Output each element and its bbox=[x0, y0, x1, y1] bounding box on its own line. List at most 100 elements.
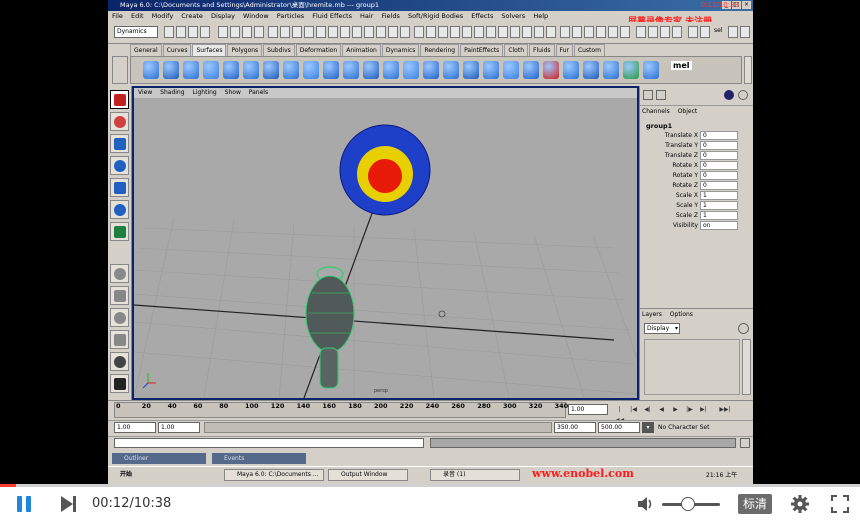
select-tool-icon[interactable] bbox=[110, 90, 129, 109]
vp-menu-panels[interactable]: Panels bbox=[249, 89, 268, 96]
shelf-tool-icon[interactable] bbox=[323, 61, 339, 79]
shelf-tool-icon[interactable] bbox=[623, 61, 639, 79]
outliner-window[interactable]: Outliner bbox=[112, 453, 206, 464]
status-line-tool-icon[interactable] bbox=[498, 26, 508, 38]
perspective-viewport[interactable]: View Shading Lighting Show Panels persp bbox=[132, 86, 639, 400]
shelf-tool-icon[interactable] bbox=[383, 61, 399, 79]
go-to-end-icon[interactable]: ▶▶| bbox=[714, 404, 736, 415]
shelf-tool-icon[interactable] bbox=[303, 61, 319, 79]
status-line-tool-icon[interactable] bbox=[254, 26, 264, 38]
toolbox-tool-icon[interactable] bbox=[110, 112, 129, 131]
status-line-tool-icon[interactable] bbox=[450, 26, 460, 38]
status-line-tool-icon[interactable] bbox=[352, 26, 362, 38]
channel-row[interactable]: Translate Z0 bbox=[640, 151, 753, 161]
volume-knob[interactable] bbox=[681, 497, 696, 511]
current-frame-field[interactable]: 1.00 bbox=[568, 404, 608, 415]
step-forward-key-icon[interactable]: ▶| bbox=[698, 404, 709, 415]
step-back-icon[interactable]: ◀| bbox=[642, 404, 653, 415]
toolbox-tool-icon[interactable] bbox=[110, 374, 129, 393]
status-line-tool-icon[interactable] bbox=[648, 26, 658, 38]
channel-icon[interactable] bbox=[738, 90, 748, 100]
task-recorder[interactable]: 录音 (1) bbox=[430, 469, 520, 481]
shelf-tool-icon[interactable] bbox=[163, 61, 179, 79]
shelf-tool-icon[interactable] bbox=[403, 61, 419, 79]
shelf-tab-fluids[interactable]: Fluids bbox=[529, 44, 555, 56]
status-line-tool-icon[interactable] bbox=[660, 26, 670, 38]
volume-button[interactable] bbox=[636, 494, 656, 514]
channel-row[interactable]: Scale X1 bbox=[640, 191, 753, 201]
animation-end-field[interactable]: 500.00 bbox=[598, 422, 640, 433]
channel-value[interactable]: 0 bbox=[700, 151, 738, 160]
shelf-tool-icon[interactable] bbox=[423, 61, 439, 79]
status-line-tool-icon[interactable] bbox=[636, 26, 646, 38]
channel-value[interactable]: 0 bbox=[700, 141, 738, 150]
status-line-tool-icon[interactable] bbox=[584, 26, 594, 38]
menu-fluid-effects[interactable]: Fluid Effects bbox=[312, 12, 352, 20]
vp-menu-show[interactable]: Show bbox=[225, 89, 241, 96]
status-line-tool-icon[interactable] bbox=[400, 26, 410, 38]
pause-button[interactable] bbox=[15, 494, 35, 514]
status-line-tool-icon[interactable] bbox=[740, 26, 750, 38]
shelf-tool-icon[interactable] bbox=[543, 61, 559, 79]
playback-start-field[interactable]: 1.00 bbox=[158, 422, 200, 433]
shelf-tab-polygons[interactable]: Polygons bbox=[227, 44, 263, 56]
progress-track[interactable] bbox=[0, 484, 860, 487]
channel-row[interactable]: Scale Z1 bbox=[640, 211, 753, 221]
script-editor-icon[interactable] bbox=[740, 438, 750, 448]
vp-menu-shading[interactable]: Shading bbox=[160, 89, 184, 96]
menu-edit[interactable]: Edit bbox=[131, 12, 144, 20]
attribute-editor-icon[interactable] bbox=[656, 90, 666, 100]
shelf-tool-icon[interactable] bbox=[203, 61, 219, 79]
toolbox-tool-icon[interactable] bbox=[110, 352, 129, 371]
shelf-tool-icon[interactable] bbox=[363, 61, 379, 79]
time-ruler[interactable] bbox=[114, 402, 566, 418]
vp-menu-lighting[interactable]: Lighting bbox=[192, 89, 216, 96]
channel-value[interactable]: 1 bbox=[700, 211, 738, 220]
shelf-tool-icon[interactable] bbox=[283, 61, 299, 79]
task-output-window[interactable]: Output Window bbox=[328, 469, 408, 481]
status-line-tool-icon[interactable] bbox=[620, 26, 630, 38]
toolbox-tool-icon[interactable] bbox=[110, 178, 129, 197]
status-line-tool-icon[interactable] bbox=[486, 26, 496, 38]
animation-start-field[interactable]: 1.00 bbox=[114, 422, 156, 433]
command-input[interactable] bbox=[114, 438, 424, 448]
shelf-tab-painteffects[interactable]: PaintEffects bbox=[460, 44, 504, 56]
menu-solvers[interactable]: Solvers bbox=[501, 12, 525, 20]
task-maya[interactable]: Maya 6.0: C:\Documents ... bbox=[224, 469, 324, 481]
shelf-tab-cloth[interactable]: Cloth bbox=[504, 44, 528, 56]
shelf-tool-icon[interactable] bbox=[563, 61, 579, 79]
shelf-tab-general[interactable]: General bbox=[130, 44, 162, 56]
status-line-tool-icon[interactable] bbox=[200, 26, 210, 38]
status-line-tool-icon[interactable] bbox=[292, 26, 302, 38]
menu-window[interactable]: Window bbox=[243, 12, 269, 20]
channel-row[interactable]: Rotate Y0 bbox=[640, 171, 753, 181]
channel-row[interactable]: Visibility on bbox=[640, 221, 753, 231]
shelf-tool-icon[interactable] bbox=[603, 61, 619, 79]
menu-hair[interactable]: Hair bbox=[360, 12, 373, 20]
shelf-tab-dynamics[interactable]: Dynamics bbox=[381, 44, 420, 56]
layer-scrollbar[interactable] bbox=[742, 339, 751, 395]
status-line-tool-icon[interactable] bbox=[426, 26, 436, 38]
vp-menu-view[interactable]: View bbox=[138, 89, 152, 96]
menu-fields[interactable]: Fields bbox=[381, 12, 399, 20]
status-line-tool-icon[interactable] bbox=[572, 26, 582, 38]
channel-value[interactable]: 1 bbox=[700, 201, 738, 210]
status-line-tool-icon[interactable] bbox=[218, 26, 228, 38]
events-window[interactable]: Events bbox=[212, 453, 306, 464]
channel-row[interactable]: Scale Y1 bbox=[640, 201, 753, 211]
status-line-tool-icon[interactable] bbox=[438, 26, 448, 38]
fullscreen-button[interactable] bbox=[830, 494, 850, 514]
shelf-tab-animation[interactable]: Animation bbox=[342, 44, 381, 56]
status-line-tool-icon[interactable] bbox=[728, 26, 738, 38]
status-line-tool-icon[interactable] bbox=[188, 26, 198, 38]
channel-value[interactable]: 0 bbox=[700, 161, 738, 170]
step-back-key-icon[interactable]: |◀ bbox=[628, 404, 639, 415]
status-line-tool-icon[interactable] bbox=[546, 26, 556, 38]
status-line-tool-icon[interactable] bbox=[522, 26, 532, 38]
menu-layers[interactable]: Layers bbox=[642, 311, 662, 318]
channel-row[interactable]: Translate Y0 bbox=[640, 141, 753, 151]
quality-button[interactable]: 标清 bbox=[738, 494, 772, 514]
shelf-tool-icon[interactable] bbox=[503, 61, 519, 79]
close-icon[interactable]: × bbox=[742, 1, 751, 9]
tab-object[interactable]: Object bbox=[678, 108, 698, 115]
